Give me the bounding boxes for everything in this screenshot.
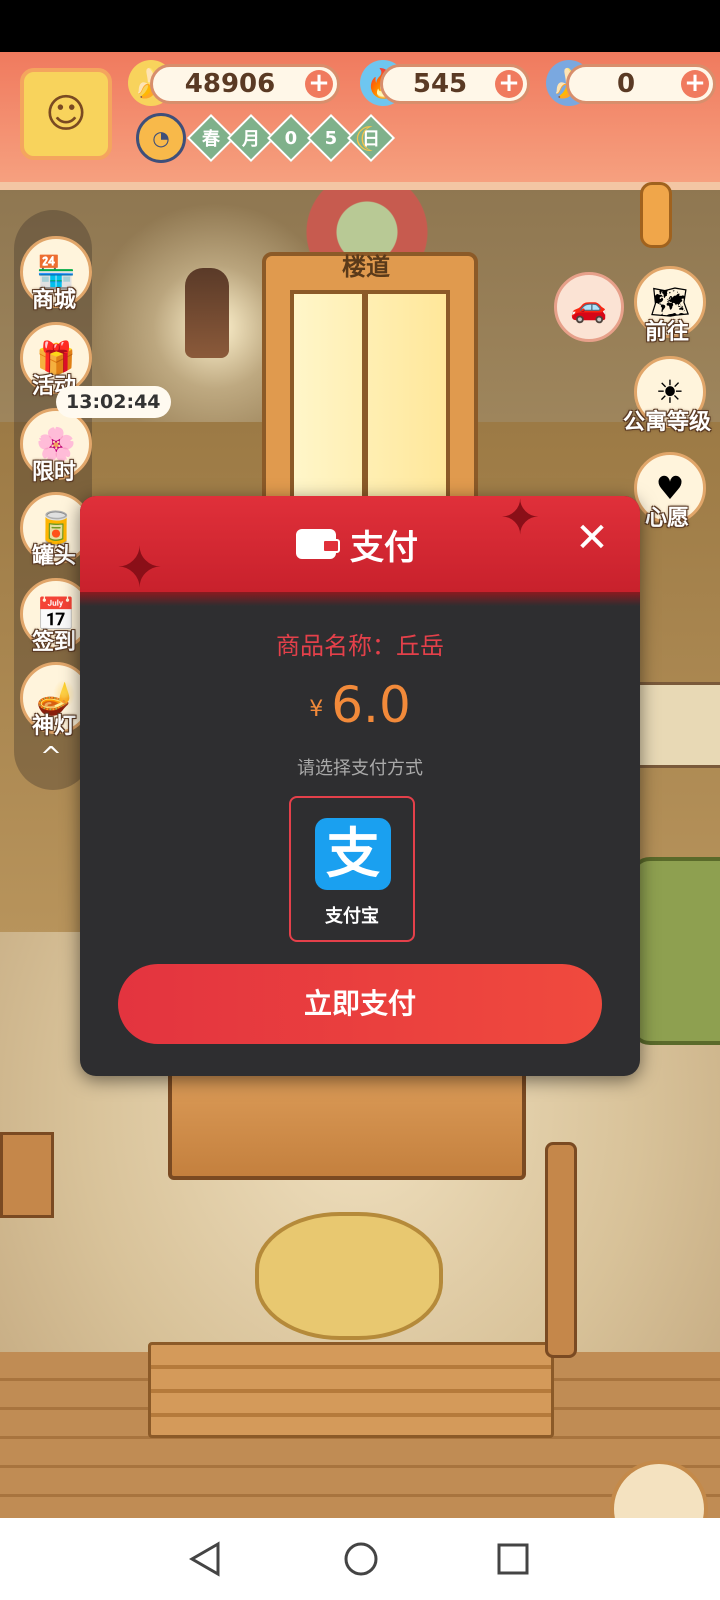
avatar-face-icon: ☺ bbox=[45, 91, 87, 137]
add-banana-button[interactable]: + bbox=[305, 70, 333, 98]
dialog-title: 支付 bbox=[296, 522, 418, 568]
sofa[interactable] bbox=[630, 857, 720, 1045]
collapse-menu-button[interactable]: ^ bbox=[36, 742, 66, 772]
goto-button[interactable]: 🗺 前往 bbox=[624, 266, 710, 352]
add-blue-banana-button[interactable]: + bbox=[681, 70, 709, 98]
dialog-title-text: 支付 bbox=[350, 527, 418, 568]
banana-value: 48906 bbox=[184, 69, 276, 99]
alipay-option[interactable]: 支 支付宝 bbox=[289, 796, 415, 942]
shelf bbox=[636, 682, 720, 768]
blue-banana-value: 0 bbox=[616, 69, 636, 99]
home-button[interactable] bbox=[338, 1536, 384, 1582]
shop-button[interactable]: 🏪 商城 bbox=[16, 236, 92, 316]
status-bar bbox=[0, 0, 720, 52]
banana-counter[interactable]: 48906 + bbox=[150, 64, 340, 104]
flame-counter[interactable]: 545 + bbox=[380, 64, 530, 104]
car-icon: 🚗 bbox=[570, 289, 608, 325]
wallet-icon bbox=[296, 529, 340, 559]
add-flame-button[interactable]: + bbox=[495, 70, 523, 98]
limited-timer: 13:02:44 bbox=[56, 386, 171, 418]
stool bbox=[0, 1132, 54, 1218]
apartment-level-label: 公寓等级 bbox=[622, 410, 711, 435]
dialog-header: ✦ ✦ 支付 ✕ bbox=[80, 496, 640, 606]
moon-icon: ☾ bbox=[354, 120, 385, 160]
limited-label: 限时 bbox=[31, 460, 76, 485]
avatar[interactable]: ☺ bbox=[20, 68, 112, 160]
limited-button[interactable]: 🌸 限时 bbox=[16, 408, 92, 488]
payment-dialog: ✦ ✦ 支付 ✕ 商品名称：丘岳 ¥6.0 请选择支付方式 支 支付宝 立即支付 bbox=[80, 496, 640, 1076]
alipay-icon: 支 bbox=[315, 818, 391, 890]
apartment-level-button[interactable]: ☀ 公寓等级 bbox=[623, 356, 711, 442]
flame-value: 545 bbox=[412, 69, 468, 99]
blue-banana-counter[interactable]: 0 + bbox=[566, 64, 716, 104]
product-name: 商品名称：丘岳 bbox=[276, 632, 444, 660]
shop-label: 商城 bbox=[31, 288, 76, 313]
navigation-bar bbox=[0, 1518, 720, 1600]
header-fade bbox=[80, 592, 640, 606]
pay-now-button[interactable]: 立即支付 bbox=[118, 964, 602, 1044]
close-button[interactable]: ✕ bbox=[570, 516, 614, 560]
currency-symbol: ¥ bbox=[309, 697, 324, 722]
clock-icon: ◔ bbox=[136, 113, 186, 163]
post bbox=[545, 1142, 577, 1358]
goto-label: 前往 bbox=[644, 320, 689, 345]
back-icon bbox=[188, 1541, 220, 1577]
alipay-label: 支付宝 bbox=[325, 906, 379, 927]
game-date: ◔ 春 月 0 5 日 bbox=[136, 113, 396, 163]
home-icon bbox=[344, 1542, 378, 1576]
recents-button[interactable] bbox=[490, 1536, 536, 1582]
door-sign: 楼道 bbox=[342, 253, 390, 281]
price-amount: 6.0 bbox=[331, 676, 411, 734]
payment-method-hint: 请选择支付方式 bbox=[297, 758, 423, 779]
entry-steps bbox=[148, 1342, 554, 1438]
back-button[interactable] bbox=[182, 1536, 228, 1582]
star-decoration: ✦ bbox=[500, 496, 541, 546]
wall-lamp bbox=[185, 268, 229, 358]
hanging-pendant bbox=[640, 182, 672, 248]
cat-rug[interactable] bbox=[255, 1212, 443, 1340]
recents-icon bbox=[497, 1543, 529, 1575]
price: ¥6.0 bbox=[80, 676, 640, 734]
